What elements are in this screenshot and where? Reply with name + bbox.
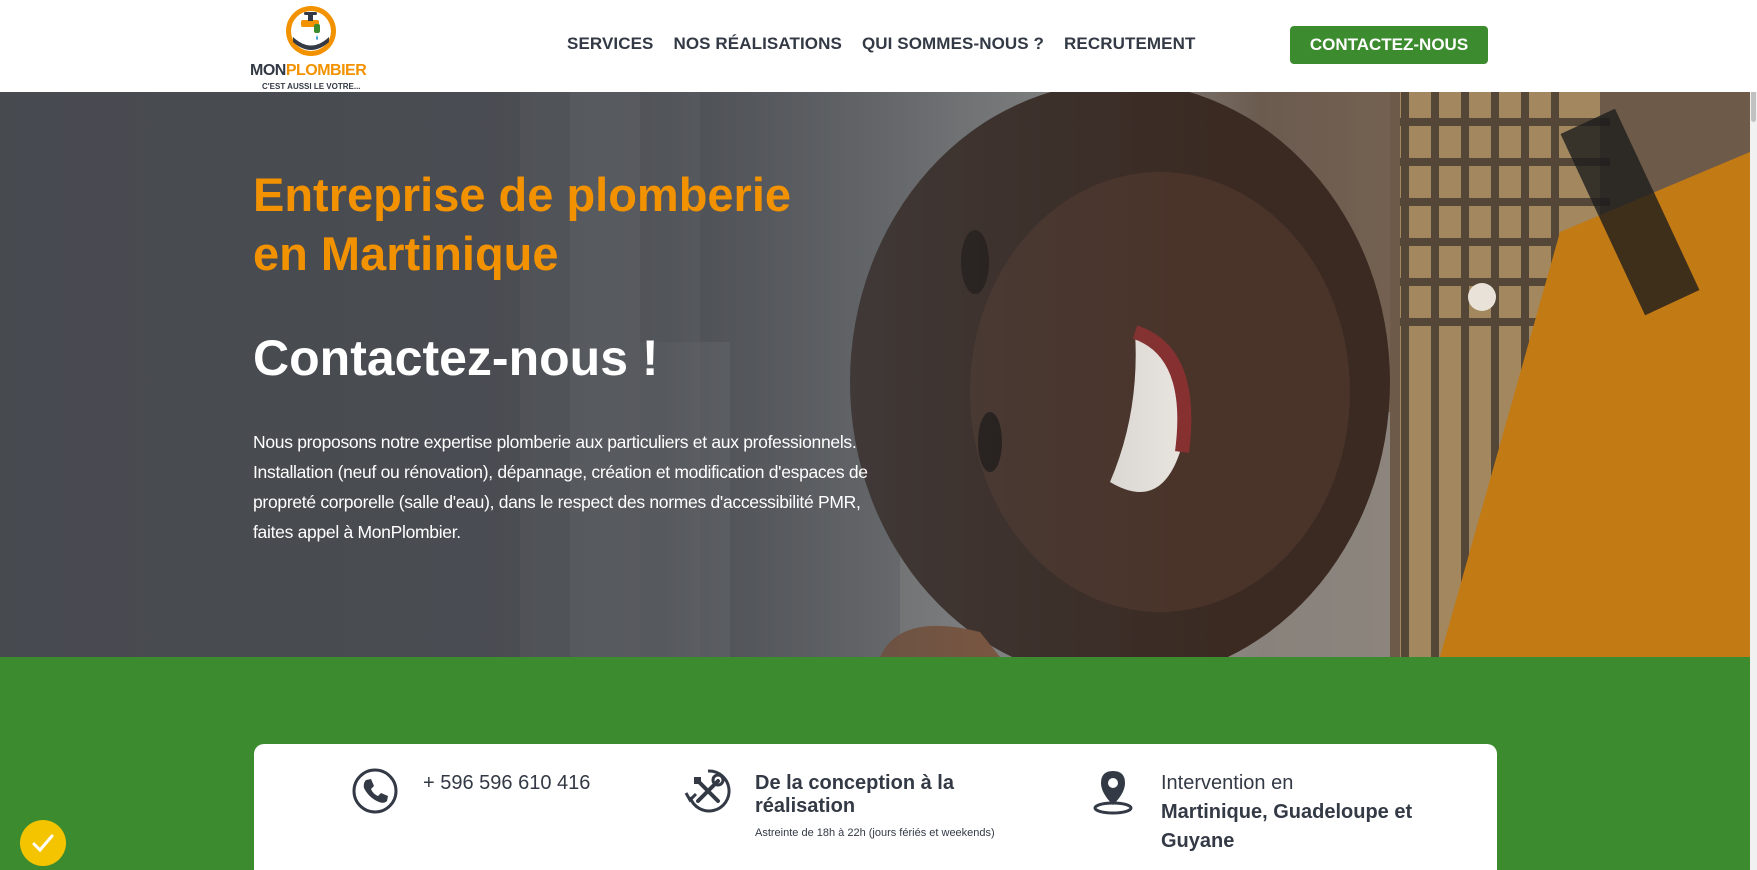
- service-note: Astreinte de 18h à 22h (jours fériés et …: [755, 827, 995, 839]
- nav-item-realisations[interactable]: NOS RÉALISATIONS: [673, 34, 841, 54]
- area-line2: Guyane: [1161, 830, 1235, 852]
- hero-description-line: faites appel à MonPlombier.: [253, 522, 461, 542]
- page-scrollbar[interactable]: [1750, 0, 1757, 870]
- service-title-line2: réalisation: [755, 795, 856, 817]
- hero-subtitle: Contactez-nous !: [253, 330, 659, 386]
- hero-section: Entreprise de plomberie en Martinique Con…: [0, 92, 1750, 657]
- logo-wordmark: MONPLOMBIER: [250, 62, 367, 79]
- hero-description-line: Installation (neuf ou rénovation), dépan…: [253, 462, 868, 482]
- area-line1: Martinique, Guadeloupe et: [1161, 801, 1413, 823]
- hero-title-line2: en Martinique: [253, 227, 559, 280]
- hero-title-line1: Entreprise de plomberie: [253, 168, 792, 221]
- location-pin-icon: [1093, 771, 1133, 815]
- main-nav: SERVICES NOS RÉALISATIONS QUI SOMMES-NOU…: [567, 34, 1195, 54]
- hero-description: Nous proposons notre expertise plomberie…: [253, 427, 933, 547]
- tools-icon: [684, 769, 731, 813]
- faucet-logo-icon: [286, 6, 336, 56]
- site-header: MONPLOMBIER C'EST AUSSI LE VOTRE... SERV…: [0, 0, 1757, 92]
- site-logo[interactable]: MONPLOMBIER C'EST AUSSI LE VOTRE...: [250, 4, 372, 91]
- contact-button[interactable]: CONTACTEZ-NOUS: [1290, 26, 1488, 64]
- hero-title: Entreprise de plomberie en Martinique: [253, 165, 953, 283]
- area-intro: Intervention en: [1161, 772, 1294, 794]
- hero-description-line: Nous proposons notre expertise plomberie…: [253, 432, 857, 452]
- logo-tagline: C'EST AUSSI LE VOTRE...: [262, 82, 361, 91]
- nav-item-recrutement[interactable]: RECRUTEMENT: [1064, 34, 1195, 54]
- phone-number[interactable]: + 596 596 610 416: [423, 772, 590, 795]
- hero-description-line: propreté corporelle (salle d'eau), dans …: [253, 492, 861, 512]
- check-icon: [32, 834, 54, 853]
- service-title-line1: De la conception à la: [755, 772, 954, 794]
- nav-item-services[interactable]: SERVICES: [567, 34, 653, 54]
- cookie-consent-badge[interactable]: [20, 820, 66, 866]
- phone-icon: [352, 768, 398, 814]
- nav-item-about[interactable]: QUI SOMMES-NOUS ?: [862, 34, 1044, 54]
